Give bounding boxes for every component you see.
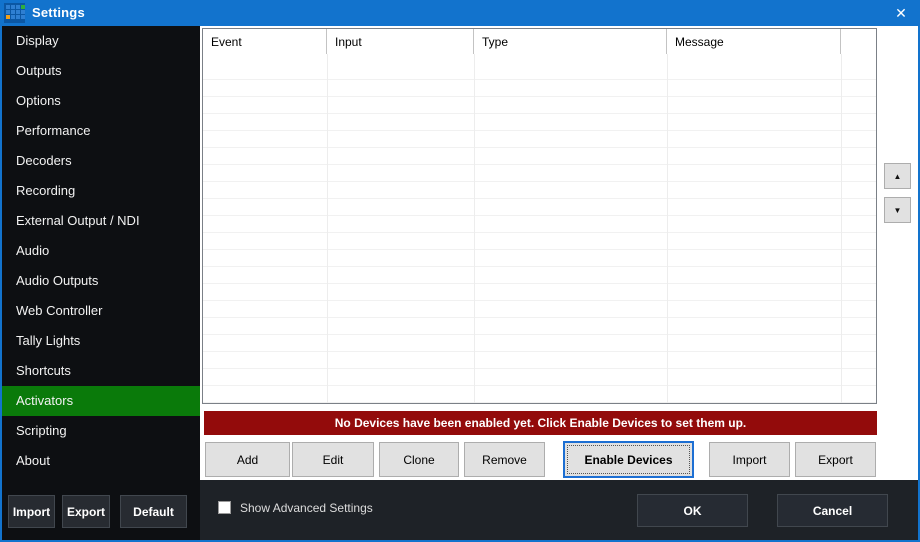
app-logo-icon	[4, 3, 25, 23]
sidebar-item-shortcuts[interactable]: Shortcuts	[0, 356, 200, 386]
sidebar-item-display[interactable]: Display	[0, 26, 200, 56]
footer-bar: Show Advanced Settings OK Cancel	[200, 480, 920, 542]
add-button[interactable]: Add	[205, 442, 290, 477]
move-up-button[interactable]: ▲	[884, 163, 911, 189]
settings-import-button[interactable]: Import	[8, 495, 55, 528]
settings-default-button[interactable]: Default	[120, 495, 187, 528]
arrow-up-icon: ▲	[894, 172, 902, 181]
cancel-button[interactable]: Cancel	[777, 494, 888, 527]
sidebar-item-outputs[interactable]: Outputs	[0, 56, 200, 86]
column-header-input[interactable]: Input	[327, 29, 474, 54]
sidebar-item-decoders[interactable]: Decoders	[0, 146, 200, 176]
sidebar-item-performance[interactable]: Performance	[0, 116, 200, 146]
sidebar-item-scripting[interactable]: Scripting	[0, 416, 200, 446]
column-divider	[327, 54, 328, 403]
column-header-type[interactable]: Type	[474, 29, 667, 54]
table-body-empty[interactable]	[203, 54, 876, 403]
activators-panel: Event Input Type Message ▲ ▼ No Devices …	[200, 26, 920, 480]
activators-table: Event Input Type Message	[202, 28, 877, 404]
clone-button[interactable]: Clone	[379, 442, 459, 477]
close-icon[interactable]: ✕	[886, 0, 916, 26]
sidebar-item-external-output-ndi[interactable]: External Output / NDI	[0, 206, 200, 236]
settings-window: Settings ✕ Display Outputs Options Perfo…	[0, 0, 920, 542]
column-header-event[interactable]: Event	[203, 29, 327, 54]
column-header-message[interactable]: Message	[667, 29, 841, 54]
move-down-button[interactable]: ▼	[884, 197, 911, 223]
column-divider	[667, 54, 668, 403]
sidebar-item-about[interactable]: About	[0, 446, 200, 476]
ok-button[interactable]: OK	[637, 494, 748, 527]
sidebar: Display Outputs Options Performance Deco…	[0, 26, 200, 542]
sidebar-item-activators[interactable]: Activators	[0, 386, 200, 416]
sidebar-item-audio[interactable]: Audio	[0, 236, 200, 266]
sidebar-item-recording[interactable]: Recording	[0, 176, 200, 206]
sidebar-item-web-controller[interactable]: Web Controller	[0, 296, 200, 326]
show-advanced-settings-label: Show Advanced Settings	[240, 501, 373, 515]
enable-devices-button[interactable]: Enable Devices	[563, 441, 694, 478]
sidebar-item-tally-lights[interactable]: Tally Lights	[0, 326, 200, 356]
export-button[interactable]: Export	[795, 442, 876, 477]
no-devices-warning-banner: No Devices have been enabled yet. Click …	[204, 411, 877, 435]
show-advanced-settings-checkbox[interactable]	[218, 501, 231, 514]
column-divider	[841, 54, 842, 403]
window-title: Settings	[32, 5, 85, 20]
sidebar-item-audio-outputs[interactable]: Audio Outputs	[0, 266, 200, 296]
remove-button[interactable]: Remove	[464, 442, 545, 477]
settings-export-button[interactable]: Export	[62, 495, 110, 528]
table-header-row: Event Input Type Message	[203, 29, 876, 54]
sidebar-item-options[interactable]: Options	[0, 86, 200, 116]
edit-button[interactable]: Edit	[292, 442, 374, 477]
column-divider	[474, 54, 475, 403]
arrow-down-icon: ▼	[894, 206, 902, 215]
import-button[interactable]: Import	[709, 442, 790, 477]
titlebar: Settings ✕	[0, 0, 920, 26]
